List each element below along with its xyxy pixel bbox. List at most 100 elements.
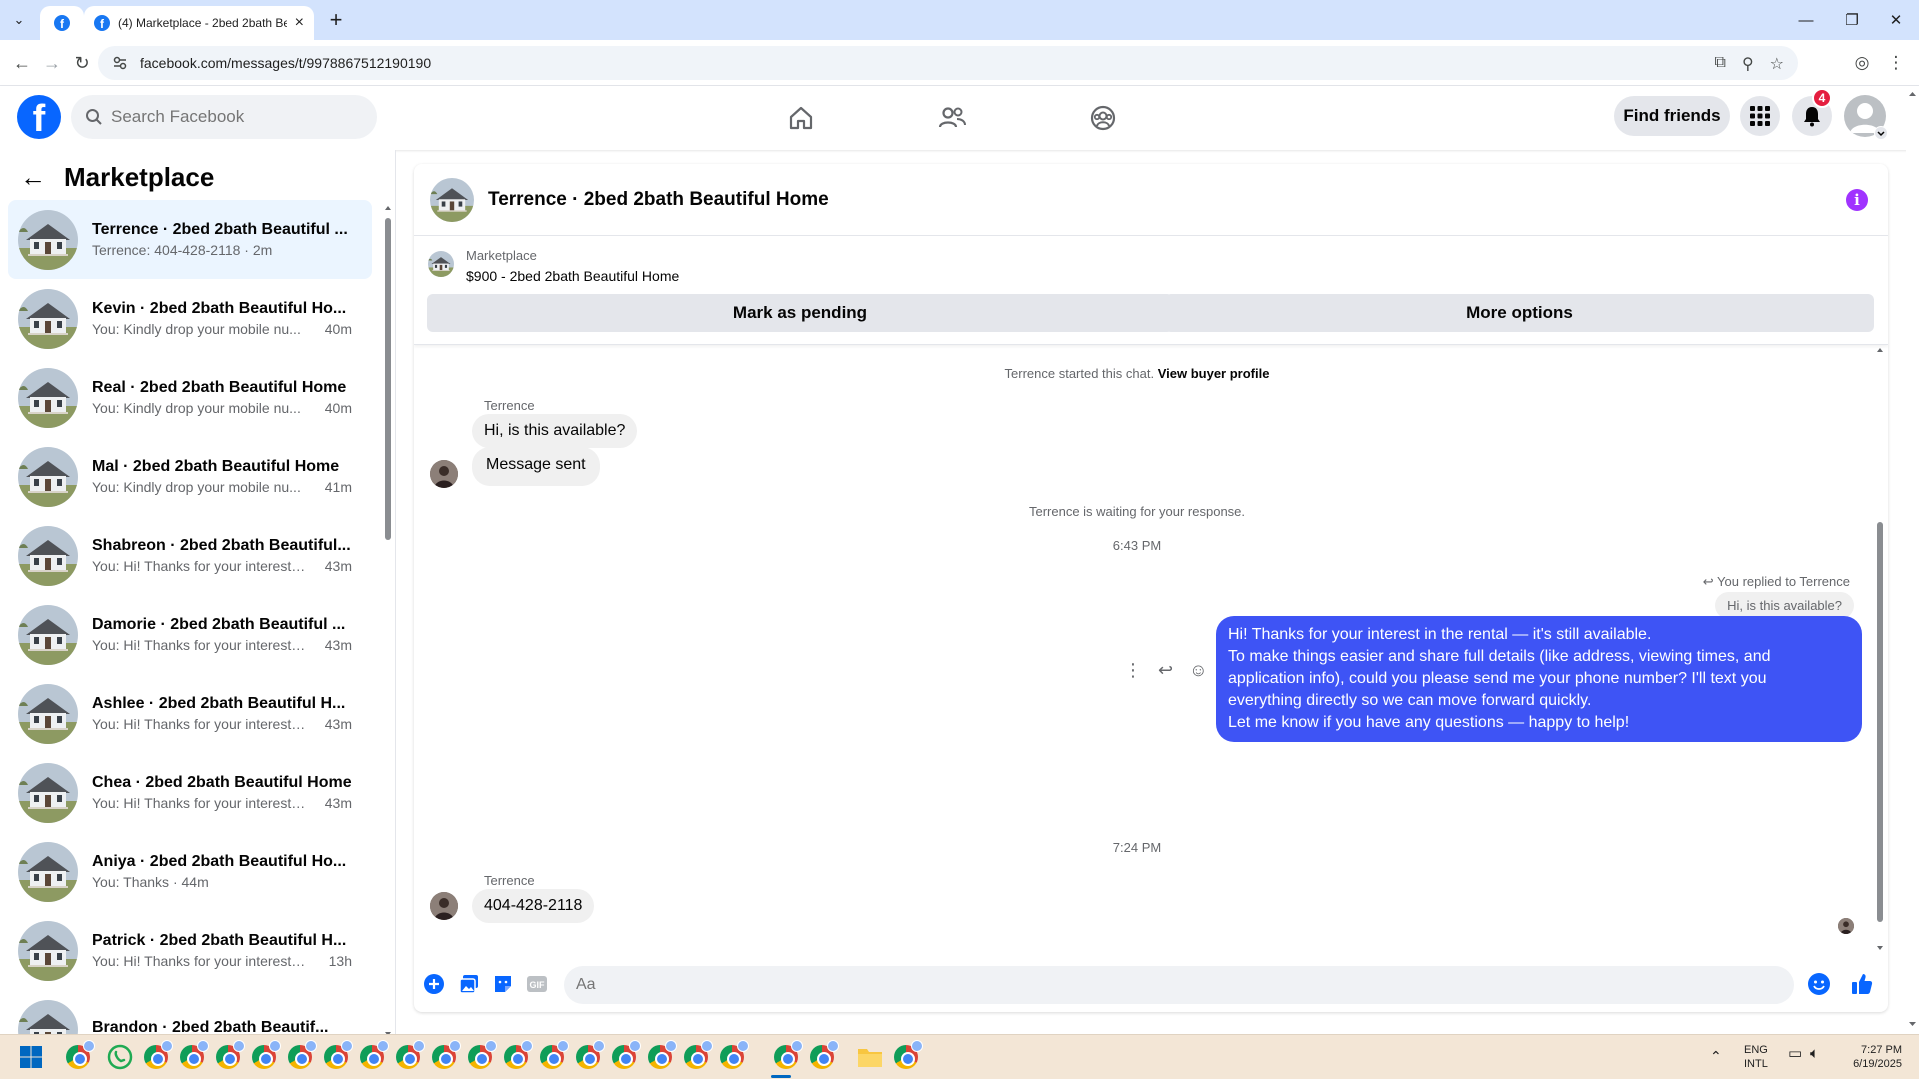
message-input-box[interactable] <box>564 966 1794 1004</box>
view-buyer-profile-link[interactable]: View buyer profile <box>1158 366 1270 381</box>
gif-icon[interactable]: GIF <box>525 972 549 996</box>
conversation-avatar[interactable] <box>430 177 474 222</box>
search-input[interactable] <box>111 107 351 127</box>
quoted-message[interactable]: Hi, is this available? <box>1715 592 1854 619</box>
conversation-item[interactable]: Mal · 2bed 2bath Beautiful Home You: Kind… <box>8 437 372 516</box>
chrome-taskbar-icon[interactable] <box>806 1040 839 1073</box>
add-attachment-icon[interactable] <box>422 972 446 996</box>
new-tab-button[interactable]: + <box>322 7 350 32</box>
minimize-window-button[interactable]: — <box>1786 8 1826 32</box>
chrome-taskbar-icon[interactable] <box>62 1040 95 1073</box>
chrome-taskbar-icon[interactable] <box>536 1040 569 1073</box>
more-options-button[interactable]: More options <box>1165 294 1874 332</box>
language-indicator[interactable]: ENG INTL <box>1744 1043 1768 1071</box>
home-icon[interactable] <box>783 100 819 136</box>
chrome-taskbar-icon[interactable] <box>356 1040 389 1073</box>
chat-title[interactable]: Terrence · 2bed 2bath Beautiful Home <box>488 189 829 211</box>
emoji-icon[interactable] <box>1807 972 1831 996</box>
conversation-item[interactable]: Chea · 2bed 2bath Beautiful Home You: Hi!… <box>8 753 372 832</box>
incoming-message[interactable]: Message sent <box>472 447 600 486</box>
chrome-taskbar-icon[interactable] <box>248 1040 281 1073</box>
account-dropdown-icon[interactable] <box>1874 126 1888 140</box>
more-actions-icon[interactable]: ⋮ <box>1124 660 1142 681</box>
chat-scroll-thumb[interactable] <box>1877 522 1883 922</box>
mark-as-pending-button[interactable]: Mark as pending <box>427 294 1173 332</box>
network-icon[interactable]: ▭ <box>1788 1046 1802 1061</box>
conversation-item[interactable]: Ashlee · 2bed 2bath Beautiful H... You: H… <box>8 674 372 753</box>
outgoing-message[interactable]: Hi! Thanks for your interest in the rent… <box>1216 616 1862 742</box>
chrome-taskbar-icon[interactable] <box>680 1040 713 1073</box>
page-scrollbar[interactable] <box>1906 86 1919 1034</box>
reply-icon[interactable]: ↩ <box>1158 660 1173 681</box>
chrome-taskbar-icon[interactable] <box>500 1040 533 1073</box>
conversation-item[interactable]: Terrence · 2bed 2bath Beautiful ... Terre… <box>8 200 372 279</box>
chrome-taskbar-icon[interactable] <box>284 1040 317 1073</box>
tab-search-dropdown-icon[interactable]: ⌄ <box>6 9 32 31</box>
chrome-taskbar-icon[interactable] <box>716 1040 749 1073</box>
sticker-icon[interactable] <box>491 972 515 996</box>
chrome-taskbar-icon[interactable] <box>320 1040 353 1073</box>
system-clock[interactable]: 7:27 PM 6/19/2025 <box>1840 1043 1902 1071</box>
facebook-search-box[interactable] <box>71 95 377 139</box>
back-arrow-icon[interactable]: ← <box>20 162 46 193</box>
show-hidden-icons-icon[interactable]: ⌃ <box>1710 1049 1722 1063</box>
forward-arrow-icon[interactable]: → <box>40 51 64 75</box>
chrome-taskbar-icon[interactable] <box>212 1040 245 1073</box>
incoming-message[interactable]: 404-428-2118 <box>472 889 595 923</box>
chrome-taskbar-icon[interactable] <box>428 1040 461 1073</box>
conversation-item[interactable]: Real · 2bed 2bath Beautiful Home You: Kin… <box>8 358 372 437</box>
browser-tab-active[interactable]: f (4) Marketplace - 2bed 2bath Beautiful… <box>84 6 314 40</box>
chat-scrollbar[interactable] <box>1875 346 1885 950</box>
listing-title[interactable]: $900 - 2bed 2bath Beautiful Home <box>466 268 679 284</box>
message-input[interactable] <box>576 976 1736 994</box>
friends-icon[interactable] <box>934 100 970 136</box>
sender-avatar[interactable] <box>430 892 458 920</box>
pinned-facebook-tab[interactable]: f <box>40 6 84 40</box>
find-friends-button[interactable]: Find friends <box>1614 96 1730 136</box>
chrome-taskbar-icon[interactable] <box>644 1040 677 1073</box>
react-emoji-icon[interactable]: ☺ <box>1189 660 1207 681</box>
incoming-message[interactable]: Hi, is this available? <box>472 414 638 448</box>
chrome-taskbar-icon[interactable] <box>176 1040 209 1073</box>
menu-grid-icon[interactable] <box>1740 96 1780 136</box>
conversation-item[interactable]: Damorie · 2bed 2bath Beautiful ... You: H… <box>8 595 372 674</box>
install-app-icon[interactable]: ⧉ <box>1715 54 1726 74</box>
groups-icon[interactable] <box>1085 100 1121 136</box>
back-arrow-icon[interactable]: ← <box>10 51 34 75</box>
facebook-logo[interactable]: f <box>17 95 61 139</box>
chrome-menu-icon[interactable]: ⋮ <box>1884 51 1908 75</box>
sidebar-scrollbar[interactable] <box>384 204 392 1038</box>
conversation-item[interactable]: Aniya · 2bed 2bath Beautiful Ho... You: T… <box>8 832 372 911</box>
sidebar-scroll-thumb[interactable] <box>385 218 391 540</box>
chrome-taskbar-icon[interactable] <box>572 1040 605 1073</box>
photo-icon[interactable] <box>457 972 481 996</box>
conversation-item[interactable]: Patrick · 2bed 2bath Beautiful H... You: … <box>8 911 372 990</box>
chrome-taskbar-icon[interactable] <box>464 1040 497 1073</box>
profile-icon[interactable]: ◎ <box>1850 51 1874 75</box>
chrome-taskbar-icon[interactable] <box>140 1040 173 1073</box>
volume-icon[interactable]: 🔈︎ <box>1810 1046 1819 1061</box>
chrome-taskbar-icon[interactable] <box>890 1040 923 1073</box>
close-tab-icon[interactable]: × <box>295 14 304 32</box>
file-explorer-icon[interactable] <box>854 1041 886 1073</box>
chrome-taskbar-icon[interactable] <box>392 1040 425 1073</box>
conversation-name: Chea · 2bed 2bath Beautiful Home <box>92 774 352 791</box>
site-settings-icon[interactable] <box>112 55 128 71</box>
bookmark-star-icon[interactable]: ☆ <box>1770 54 1784 74</box>
chrome-taskbar-icon[interactable] <box>608 1040 641 1073</box>
reload-icon[interactable]: ↻ <box>70 51 94 75</box>
sender-avatar[interactable] <box>430 460 458 488</box>
whatsapp-icon[interactable] <box>104 1041 136 1073</box>
thumbs-up-like-icon[interactable] <box>1850 972 1874 996</box>
close-window-button[interactable]: ✕ <box>1876 8 1916 32</box>
conversation-time: 43m <box>324 558 352 574</box>
conversation-item[interactable]: Shabreon · 2bed 2bath Beautiful... You: H… <box>8 516 372 595</box>
conversation-item[interactable]: Kevin · 2bed 2bath Beautiful Ho... You: K… <box>8 279 372 358</box>
address-bar[interactable]: facebook.com/messages/t/9978867512190190… <box>98 46 1798 80</box>
info-icon[interactable]: i <box>1846 189 1868 211</box>
zoom-icon[interactable]: ⚲ <box>1742 54 1754 74</box>
chrome-taskbar-icon[interactable] <box>770 1040 803 1073</box>
listing-thumbnail[interactable] <box>428 251 454 277</box>
restore-window-button[interactable]: ❐ <box>1832 8 1872 32</box>
windows-start-icon[interactable] <box>15 1041 47 1073</box>
